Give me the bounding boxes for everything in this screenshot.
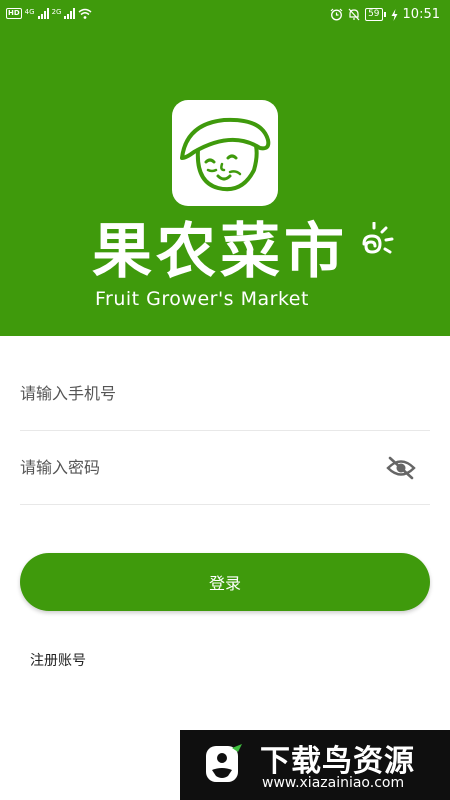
password-field[interactable]: [20, 431, 430, 505]
phone-input[interactable]: [20, 384, 360, 403]
brand-name-en: Fruit Grower's Market: [95, 288, 309, 310]
watermark-name: 下载鸟资源: [260, 744, 415, 779]
status-bar: HD 4G 2G 59 10:51: [0, 0, 450, 32]
brand-name-cn: 果农菜市: [92, 217, 348, 287]
password-input[interactable]: [20, 458, 360, 477]
battery-icon: 59: [365, 8, 386, 21]
charging-icon: [391, 8, 398, 21]
login-button[interactable]: 登录: [20, 553, 430, 611]
watermark-url: www.xiazainiao.com: [262, 775, 405, 791]
brand-header: 果农菜市 Fruit Grower's Market: [0, 32, 450, 336]
wifi-icon: [78, 8, 92, 19]
hd-badge: HD: [6, 8, 22, 19]
network-type-1: 4G: [24, 8, 35, 16]
status-right: 59 10:51: [330, 7, 440, 22]
battery-tip: [383, 12, 386, 17]
battery-level: 59: [365, 8, 383, 21]
network-type-2: 2G: [51, 8, 62, 16]
bird-logo-icon: [206, 744, 242, 782]
farmer-face-icon: [180, 117, 271, 192]
sun-icon: [362, 222, 394, 254]
status-left: HD 4G 2G: [6, 8, 92, 19]
eye-off-icon[interactable]: [386, 455, 416, 481]
alarm-icon: [330, 8, 343, 21]
watermark-banner: 下载鸟资源 www.xiazainiao.com: [180, 730, 450, 800]
register-link[interactable]: 注册账号: [30, 650, 86, 670]
phone-field[interactable]: [20, 357, 430, 431]
signal-icon: [64, 8, 76, 19]
signal-icon: [37, 8, 49, 19]
mute-icon: [348, 8, 360, 21]
app-logo: [172, 100, 278, 206]
clock: 10:51: [402, 7, 440, 22]
